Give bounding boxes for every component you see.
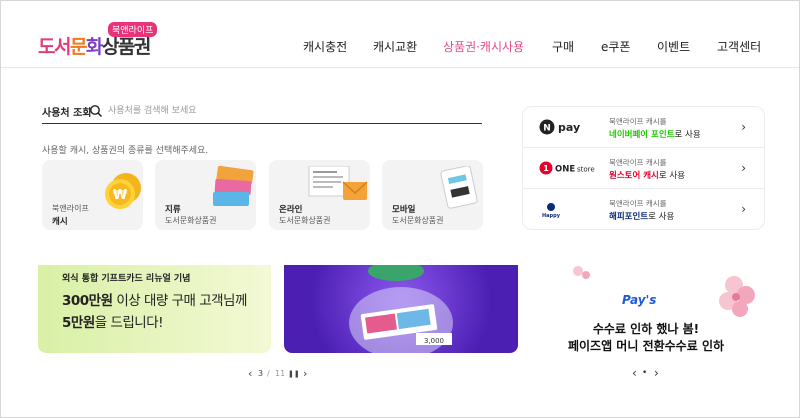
use-naverpay[interactable]: Npay 북앤라이프 캐시를 네이버페이 포인트로 사용 › [523,107,764,148]
naverpay-logo: Npay [539,119,599,135]
nav-ecoupon[interactable]: e쿠폰 [601,38,630,55]
banner-pays[interactable]: Pay's 수수료 인하 했나 봄! 페이즈앱 머니 전환수수료 인하 [534,265,758,353]
carousel-pager: ‹ 3 / 11 ❚❚ › [248,367,328,383]
card-label-bottom: 도서문화상품권 [165,216,217,225]
search-bar: 사용처 조회 [42,100,482,124]
svg-text:₩: ₩ [113,188,128,203]
nav-cash-exchange[interactable]: 캐시교환 [373,38,417,55]
use-desc: 북앤라이프 캐시를 [609,117,667,126]
happypoint-logo: Happy [539,201,599,219]
use-onestore[interactable]: 1 ONE store 북앤라이프 캐시를 원스토어 캐시로 사용 › [523,148,764,189]
pager-total: 11 [275,369,286,378]
chevron-right-icon: › [741,161,746,175]
selection-hint: 사용할 캐시, 상품권의 종류를 선택해주세요. [42,146,209,156]
banner-line1: 외식 통합 기프트카드 리뉴얼 기념 [62,274,191,284]
nav-cash-charge[interactable]: 캐시충전 [303,38,347,55]
svg-text:pay: pay [558,121,580,134]
svg-text:N: N [543,124,551,134]
promo-amount: 3,000 [424,337,444,345]
svg-text:store: store [577,166,595,174]
nav-event[interactable]: 이벤트 [657,38,690,55]
next-arrow-icon[interactable]: › [654,366,659,380]
card-label-top: 모바일 [392,205,416,215]
promo-illustration: 3,000 [349,265,453,353]
pause-icon[interactable]: ❚❚ [288,370,300,378]
card-mobile-voucher[interactable]: 모바일 도서문화상품권 [382,160,483,230]
card-label-bottom: 도서문화상품권 [279,216,331,225]
banner-line3: 5만원을 드립니다! [62,315,164,331]
chevron-right-icon: › [741,202,746,216]
use-target: 원스토어 캐시로 사용 [609,171,686,181]
banner-gift-card[interactable]: 외식 통합 기프트카드 리뉴얼 기념 300만원 이상 대량 구매 고객님께 5… [38,265,271,353]
card-label-top: 온라인 [279,205,303,215]
paper-voucher-icon [213,166,254,206]
nav-purchase[interactable]: 구매 [552,38,574,55]
prev-arrow-icon[interactable]: ‹ [632,366,637,380]
card-paper-voucher[interactable]: 지류 도서문화상품권 [155,160,256,230]
onestore-logo: 1 ONE store [539,160,599,176]
card-label-top: 지류 [165,205,181,215]
use-desc: 북앤라이프 캐시를 [609,199,667,208]
chevron-right-icon: › [741,120,746,134]
card-label-top: 북앤라이프 [52,204,89,213]
voucher-type-cards: ₩ 북앤라이프 캐시 지류 도서문화상품권 온라인 도서문화상품권 모바일 도서… [42,160,483,230]
mobile-voucher-icon [440,166,478,209]
main-nav: 캐시충전 캐시교환 상품권·캐시사용 구매 e쿠폰 이벤트 고객센터 [0,38,800,54]
svg-text:1: 1 [543,164,549,173]
svg-text:ONE: ONE [555,165,575,175]
search-label: 사용처 조회 [42,108,92,119]
card-label-bottom: 캐시 [52,217,68,227]
nav-voucher-use[interactable]: 상품권·캐시사용 [443,38,524,55]
banner-line1: 수수료 인하 했나 봄! [592,322,700,336]
card-online-voucher[interactable]: 온라인 도서문화상품권 [269,160,370,230]
svg-text:Happy: Happy [542,213,561,219]
blossom-decoration-left [573,266,590,279]
site-header: 북앤라이프 도서문화상품권 캐시충전 캐시교환 상품권·캐시사용 구매 e쿠폰 … [0,0,800,68]
pager-dot-icon[interactable]: • [642,368,647,378]
search-input[interactable] [108,102,468,120]
use-target: 해피포인트로 사용 [609,212,675,222]
online-voucher-icon [308,166,368,200]
banner-carousel: 외식 통합 기프트카드 리뉴얼 기념 300만원 이상 대량 구매 고객님께 5… [0,265,800,418]
carousel-pager-right: ‹ • › [628,366,668,382]
banner-promo-purple[interactable]: 3,000 [284,265,518,353]
coin-icon: ₩ [105,173,141,209]
card-label-bottom: 도서문화상품권 [392,216,444,225]
use-target: 네이버페이 포인트로 사용 [609,130,701,140]
pays-logo: Pay's [622,293,657,307]
card-booknlife-cash[interactable]: ₩ 북앤라이프 캐시 [42,160,143,230]
cash-use-list: Npay 북앤라이프 캐시를 네이버페이 포인트로 사용 › 1 ONE store… [522,106,765,230]
search-icon[interactable] [89,103,103,118]
use-happypoint[interactable]: Happy 북앤라이프 캐시를 해피포인트로 사용 › [523,189,764,230]
banner-line2: 페이즈앱 머니 전환수수료 인하 [567,339,725,353]
prev-arrow-icon[interactable]: ‹ [248,367,252,380]
pager-current: 3 [258,369,264,378]
banner-line2: 300만원 이상 대량 구매 고객님께 [62,293,247,309]
use-desc: 북앤라이프 캐시를 [609,158,667,167]
pager-separator: / [267,369,270,378]
nav-customer-center[interactable]: 고객센터 [717,38,761,55]
blossom-decoration [719,276,755,317]
next-arrow-icon[interactable]: › [303,367,307,380]
